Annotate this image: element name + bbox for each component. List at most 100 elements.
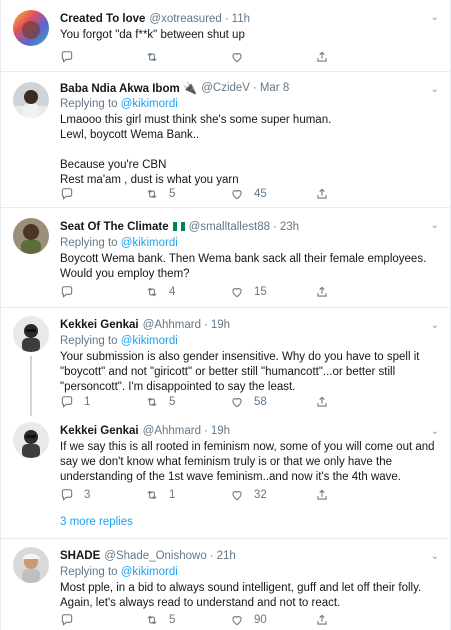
heart-icon [232,491,242,501]
reply-icon [61,489,73,501]
reply-button[interactable] [60,285,145,299]
reply-button[interactable]: 3 [60,488,145,502]
timestamp[interactable]: 21h [217,550,236,562]
retweet-icon [147,397,157,407]
retweet-count: 1 [169,489,176,501]
like-button[interactable]: 15 [230,285,315,299]
retweet-icon [147,52,157,62]
retweet-button[interactable]: 4 [145,285,230,299]
tweet-item[interactable]: ⌄ Baba Ndia Akwa Ibom 🔌 @CzideV · Mar 8 … [1,72,451,208]
display-name[interactable]: Created To love [60,13,145,25]
tweet-actions: 5 90 [60,613,390,627]
reply-icon [61,286,73,298]
retweet-icon [147,490,157,500]
timestamp[interactable]: 19h [211,319,230,331]
display-name[interactable]: Kekkei Genkai [60,319,139,331]
avatar[interactable] [13,82,49,118]
tweet-item[interactable]: ⌄ Created To love @xotreasured · 11h You… [1,0,451,72]
mention-link[interactable]: @kikimordi [121,335,178,347]
tweet-actions [60,50,390,64]
display-name[interactable]: Seat Of The Climate [60,221,169,233]
share-button[interactable] [315,613,339,627]
share-icon [317,396,327,407]
share-button[interactable] [315,488,339,502]
tweet-text: If we say this is all rooted in feminism… [60,440,439,485]
reply-count: 3 [84,489,91,501]
timestamp[interactable]: 23h [280,221,299,233]
retweet-button[interactable]: 5 [145,187,230,201]
mention-link[interactable]: @kikimordi [121,237,178,249]
heart-icon [232,190,242,200]
like-button[interactable] [230,50,315,64]
timestamp[interactable]: Mar 8 [260,82,289,94]
heart-icon [232,53,242,63]
replying-to: Replying to @kikimordi [60,334,439,349]
tweet-header: Created To love @xotreasured · 11h [60,11,439,26]
reply-icon [61,188,73,200]
reply-count: 1 [84,396,91,408]
like-button[interactable]: 58 [230,395,315,409]
retweet-icon [147,189,157,199]
share-icon [317,188,327,199]
user-handle[interactable]: @CzideV [201,82,250,94]
retweet-button[interactable]: 5 [145,395,230,409]
more-replies-link[interactable]: 3 more replies [60,516,133,528]
user-handle[interactable]: @smalltallest88 [189,221,270,233]
avatar[interactable] [13,316,49,352]
tweet-text-line: "personcott". I'm disappointed to say th… [60,381,296,393]
separator-dot: · [224,12,229,25]
retweet-button[interactable] [145,50,230,64]
like-button[interactable]: 90 [230,613,315,627]
like-count: 58 [254,396,267,408]
share-button[interactable] [315,187,339,201]
replying-to-prefix: Replying to [60,98,118,110]
tweet-item[interactable]: ⌄ Kekkei Genkai @Ahhmard · 19h If we say… [1,414,451,509]
retweet-button[interactable]: 5 [145,613,230,627]
user-handle[interactable]: @xotreasured [149,13,221,25]
separator-dot: · [252,81,257,94]
share-button[interactable] [315,285,339,299]
replying-to: Replying to @kikimordi [60,97,439,112]
reply-thread: ⌄ Created To love @xotreasured · 11h You… [0,0,451,630]
mention-link[interactable]: @kikimordi [121,98,178,110]
reply-button[interactable]: 1 [60,395,145,409]
tweet-text: You forgot "da f**k" between shut up [60,28,439,43]
display-name[interactable]: SHADE [60,550,100,562]
display-name[interactable]: Baba Ndia Akwa Ibom 🔌 [60,81,197,95]
share-button[interactable] [315,395,339,409]
reply-button[interactable] [60,187,145,201]
tweet-item[interactable]: ⌄ SHADE @Shade_Onishowo · 21h Replying t… [1,539,451,630]
tweet-text-line: "boycott" and not "giricott" or better s… [60,366,396,378]
like-button[interactable]: 32 [230,488,315,502]
avatar[interactable] [13,10,49,46]
user-handle[interactable]: @Shade_Onishowo [104,550,206,562]
retweet-button[interactable]: 1 [145,488,230,502]
replying-to-prefix: Replying to [60,566,118,578]
tweet-text: Lmaooo this girl must think she's some s… [60,113,439,188]
timestamp[interactable]: 11h [232,13,250,25]
user-handle[interactable]: @Ahhmard [143,425,201,437]
avatar[interactable] [13,422,49,458]
reply-icon [61,614,73,626]
user-handle[interactable]: @Ahhmard [143,319,201,331]
more-replies-row: 3 more replies [1,509,451,539]
tweet-item[interactable]: ⌄ Seat Of The Climate @smalltallest88 · … [1,208,451,308]
avatar[interactable] [13,218,49,254]
display-name[interactable]: Kekkei Genkai [60,425,139,437]
tweet-text-line: Lewl, boycott Wema Bank.. [60,129,200,141]
replying-to-prefix: Replying to [60,335,118,347]
like-count: 32 [254,489,267,501]
share-button[interactable] [315,50,339,64]
tweet-text-line: Again, let's always read to understand a… [60,597,341,609]
reply-button[interactable] [60,50,145,64]
like-button[interactable]: 45 [230,187,315,201]
reply-button[interactable] [60,613,145,627]
reply-icon [61,51,73,63]
nigeria-flag-icon [172,222,185,231]
tweet-item[interactable]: ⌄ Kekkei Genkai @Ahhmard · 19h Replying … [1,308,451,416]
tweet-actions: 1 5 58 [60,395,390,409]
tweet-header: Seat Of The Climate @smalltallest88 · 23… [60,219,439,234]
timestamp[interactable]: 19h [211,425,230,437]
mention-link[interactable]: @kikimordi [121,566,178,578]
avatar[interactable] [13,547,49,583]
